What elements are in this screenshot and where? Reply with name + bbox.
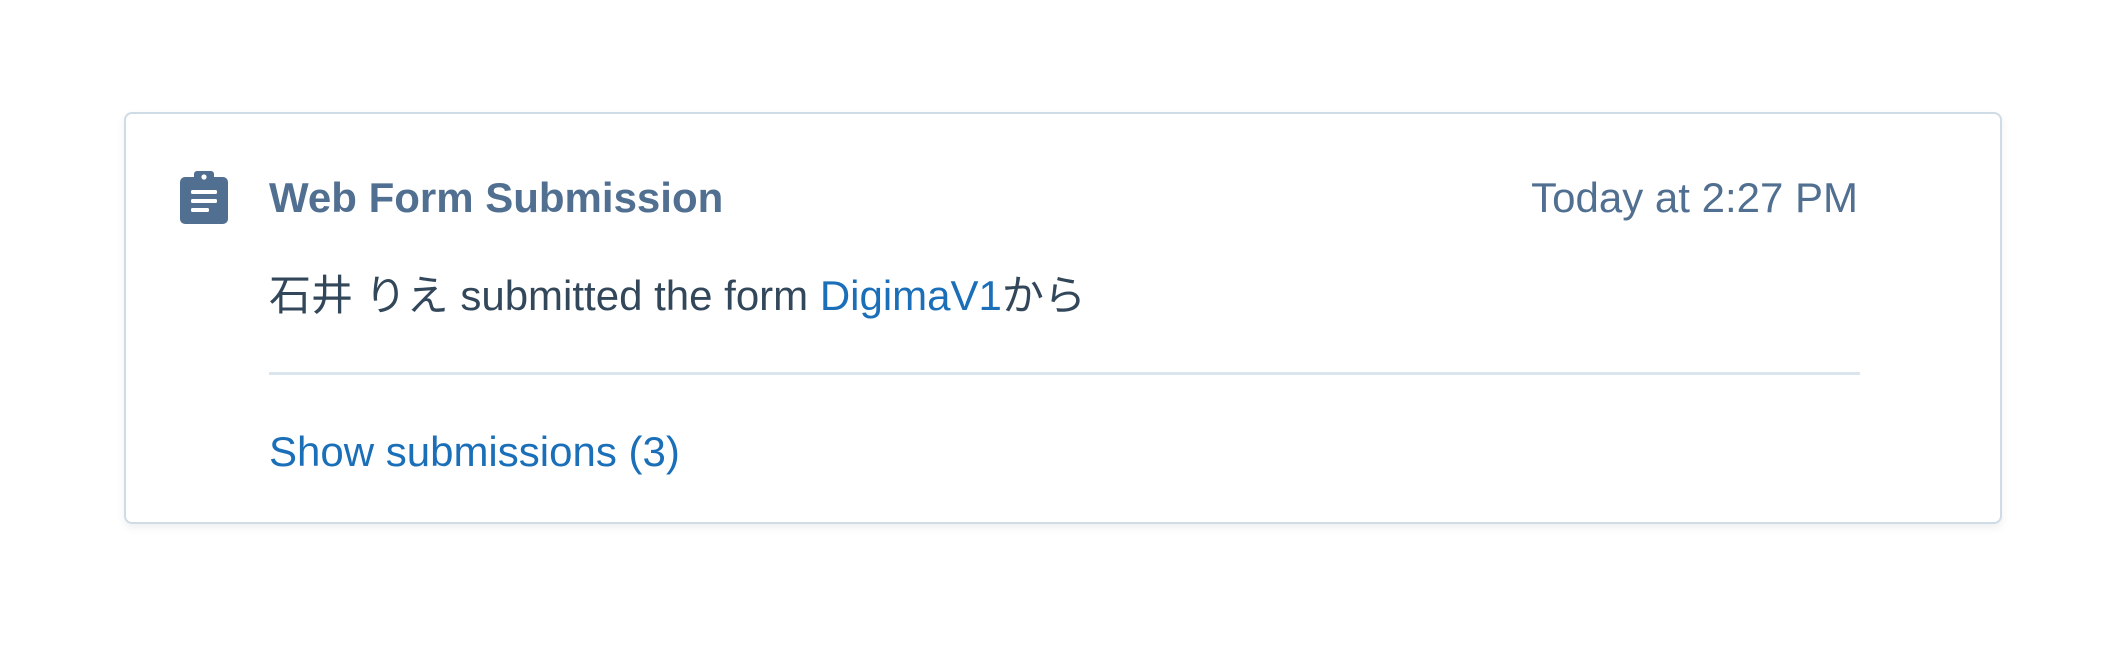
form-link[interactable]: DigimaV1 bbox=[820, 272, 1002, 319]
description-suffix: から bbox=[1001, 272, 1086, 319]
submitter-name: 石井 りえ bbox=[269, 272, 449, 319]
activity-timestamp: Today at 2:27 PM bbox=[1531, 174, 1858, 221]
activity-card: Web Form Submission Today at 2:27 PM 石井 … bbox=[124, 112, 2002, 524]
activity-description: 石井 りえ submitted the form DigimaV1から bbox=[269, 268, 1086, 324]
activity-title: Web Form Submission bbox=[269, 174, 724, 221]
show-submissions-link[interactable]: Show submissions (3) bbox=[269, 424, 680, 480]
action-text: submitted the form bbox=[448, 272, 820, 319]
divider bbox=[269, 372, 1860, 375]
clipboard-icon bbox=[180, 170, 228, 224]
